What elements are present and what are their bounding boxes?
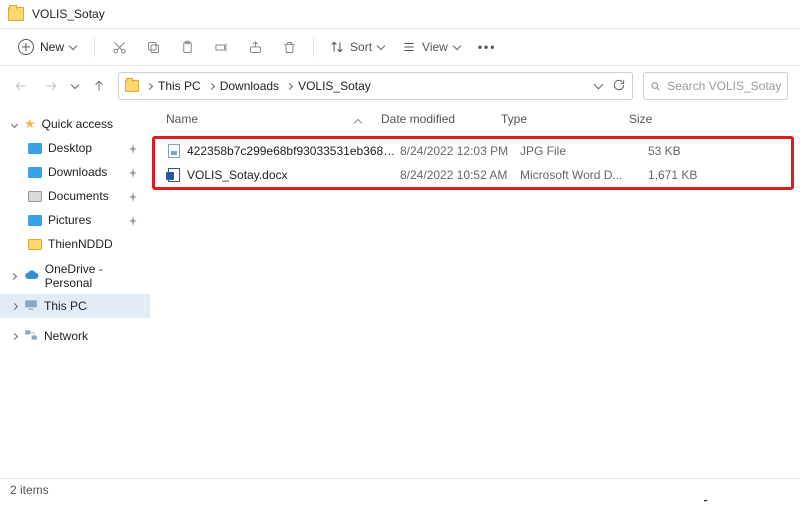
chevron-down-icon (69, 41, 77, 49)
file-modified: 8/24/2022 12:03 PM (400, 144, 520, 158)
address-bar[interactable]: This PC Downloads VOLIS_Sotay (118, 72, 633, 100)
address-row: This PC Downloads VOLIS_Sotay (0, 66, 800, 106)
col-name[interactable]: Name (166, 112, 381, 126)
window-title: VOLIS_Sotay (32, 7, 105, 21)
sort-label: Sort (350, 40, 372, 54)
copy-button[interactable] (139, 33, 167, 61)
pictures-icon (28, 215, 42, 226)
sidebar-label: Quick access (42, 117, 113, 131)
column-headers: Name Date modified Type Size (150, 106, 800, 132)
status-text: 2 items (10, 483, 49, 497)
nav-forward-button[interactable] (42, 77, 60, 95)
expand-toggle[interactable] (10, 120, 18, 128)
sidebar-label: Downloads (48, 165, 107, 179)
new-label: New (40, 40, 64, 54)
sidebar-this-pc[interactable]: This PC (0, 294, 150, 318)
pin-icon (128, 191, 138, 201)
delete-button[interactable] (275, 33, 303, 61)
view-button[interactable]: View (396, 36, 466, 58)
file-type: JPG File (520, 144, 648, 158)
col-type[interactable]: Type (501, 112, 629, 126)
expand-toggle[interactable] (10, 272, 18, 280)
sidebar-item-documents[interactable]: Documents (0, 184, 150, 208)
sidebar-label: OneDrive - Personal (45, 262, 150, 290)
titlebar: VOLIS_Sotay (0, 0, 800, 28)
star-icon: ★ (24, 116, 36, 132)
divider (94, 37, 95, 57)
view-label: View (422, 40, 448, 54)
folder-icon (28, 239, 42, 250)
breadcrumb-item[interactable]: VOLIS_Sotay (285, 79, 371, 93)
file-size: 53 KB (648, 144, 738, 158)
sort-indicator-icon (354, 118, 362, 126)
chevron-down-icon (453, 41, 461, 49)
sidebar-item-thiennddd[interactable]: ThienNDDD (0, 232, 150, 256)
new-button[interactable]: New (10, 35, 84, 59)
jpg-file-icon (167, 144, 181, 158)
sidebar-label: Documents (48, 189, 109, 203)
search-icon (650, 80, 661, 93)
pin-icon (128, 143, 138, 153)
nav-sidebar: ★ Quick access Desktop Downloads Documen… (0, 106, 150, 478)
paste-button[interactable] (173, 33, 201, 61)
sidebar-network[interactable]: Network (0, 324, 150, 348)
sidebar-label: This PC (44, 299, 87, 313)
highlight-box: 422358b7c299e68bf93033531eb368b7.jpg 8/2… (152, 136, 794, 190)
sidebar-label: Desktop (48, 141, 92, 155)
command-bar: New Sort View ••• (0, 28, 800, 66)
breadcrumb-item[interactable]: Downloads (207, 79, 279, 93)
file-name: 422358b7c299e68bf93033531eb368b7.jpg (187, 144, 400, 158)
cut-button[interactable] (105, 33, 133, 61)
sidebar-quick-access[interactable]: ★ Quick access (0, 112, 150, 136)
sidebar-label: Network (44, 329, 88, 343)
col-date-modified[interactable]: Date modified (381, 112, 501, 126)
ellipsis-icon: ••• (478, 40, 497, 54)
plus-icon (18, 39, 34, 55)
file-row[interactable]: VOLIS_Sotay.docx 8/24/2022 10:52 AM Micr… (155, 163, 791, 187)
documents-icon (28, 191, 42, 202)
expand-toggle[interactable] (10, 332, 18, 340)
file-list-pane: Name Date modified Type Size 422358b7c29… (150, 106, 800, 478)
share-button[interactable] (241, 33, 269, 61)
status-bar: 2 items (0, 478, 800, 500)
downloads-icon (28, 167, 42, 178)
search-box[interactable] (643, 72, 788, 100)
file-type: Microsoft Word D... (520, 168, 648, 182)
sidebar-item-desktop[interactable]: Desktop (0, 136, 150, 160)
file-size: 1,671 KB (648, 168, 738, 182)
file-row[interactable]: 422358b7c299e68bf93033531eb368b7.jpg 8/2… (155, 139, 791, 163)
col-size[interactable]: Size (629, 112, 719, 126)
file-modified: 8/24/2022 10:52 AM (400, 168, 520, 182)
refresh-button[interactable] (612, 78, 626, 95)
cloud-icon (24, 269, 39, 283)
sidebar-onedrive[interactable]: OneDrive - Personal (0, 264, 150, 288)
address-dropdown-button[interactable] (594, 80, 604, 90)
sidebar-label: ThienNDDD (48, 237, 113, 251)
sidebar-item-pictures[interactable]: Pictures (0, 208, 150, 232)
network-icon (24, 329, 38, 344)
pin-icon (128, 167, 138, 177)
expand-toggle[interactable] (10, 302, 18, 310)
desktop-icon (28, 143, 42, 154)
sidebar-label: Pictures (48, 213, 91, 227)
sidebar-item-downloads[interactable]: Downloads (0, 160, 150, 184)
nav-back-button[interactable] (12, 77, 30, 95)
folder-icon (125, 80, 139, 92)
search-input[interactable] (667, 79, 781, 93)
docx-file-icon (167, 168, 181, 182)
breadcrumb-item[interactable]: This PC (145, 79, 201, 93)
divider (313, 37, 314, 57)
more-button[interactable]: ••• (472, 36, 503, 58)
nav-up-button[interactable] (90, 77, 108, 95)
recent-locations-button[interactable] (71, 80, 79, 88)
chevron-down-icon (377, 41, 385, 49)
pc-icon (24, 299, 38, 314)
folder-icon (8, 7, 24, 21)
rename-button[interactable] (207, 33, 235, 61)
pin-icon (128, 215, 138, 225)
sort-button[interactable]: Sort (324, 36, 390, 58)
file-name: VOLIS_Sotay.docx (187, 168, 400, 182)
